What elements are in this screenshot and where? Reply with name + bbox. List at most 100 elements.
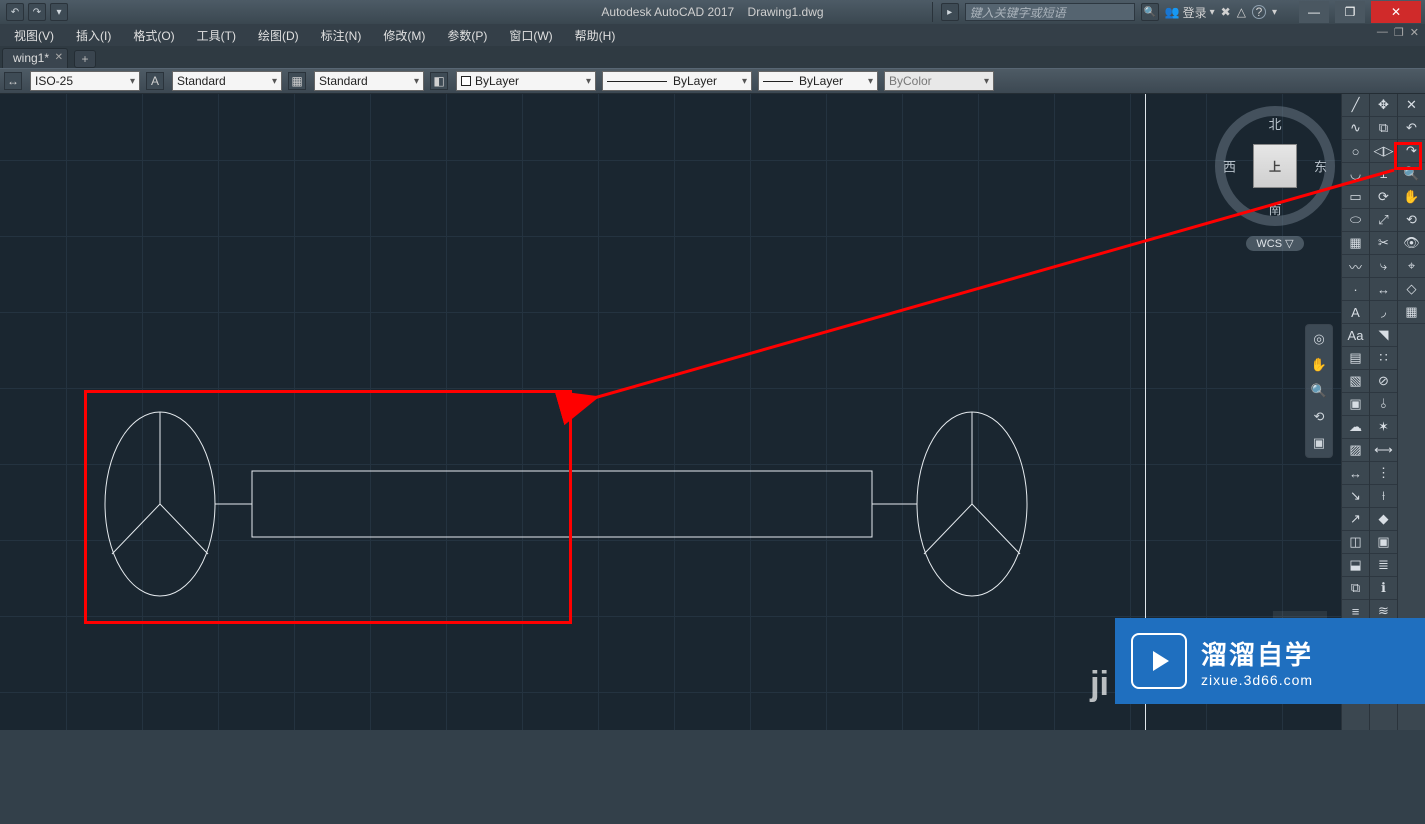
tool-xref-icon[interactable]: ⧉ (1342, 577, 1369, 600)
tool-text-icon[interactable]: A (1342, 301, 1369, 324)
linetype-combo[interactable]: ByLayer▾ (602, 71, 752, 91)
tool-pline-icon[interactable]: ∿ (1342, 117, 1369, 140)
tool-dim-icon[interactable]: ↔ (1342, 462, 1369, 485)
help-dropdown-icon[interactable]: ▾ (1272, 7, 1277, 18)
qat-dropdown-button[interactable]: ▾ (50, 3, 68, 21)
tool-ellipse-icon[interactable]: ⬭ (1342, 209, 1369, 232)
menu-tools[interactable]: 工具(T) (187, 25, 246, 46)
viewcube-east[interactable]: 东 (1314, 157, 1327, 176)
tool-region-icon[interactable]: ▧ (1342, 370, 1369, 393)
textstyle-icon[interactable]: A (146, 72, 164, 90)
menu-help[interactable]: 帮助(H) (565, 25, 626, 46)
tool-undo-icon[interactable]: ↶ (1398, 117, 1425, 140)
viewcube[interactable]: 北 南 西 东 上 WCS ▽ (1210, 94, 1340, 294)
dimstyle-combo[interactable]: ISO-25▾ (30, 71, 140, 91)
tablestyle-icon[interactable]: ▦ (288, 72, 306, 90)
tool-layer-icon[interactable]: ≣ (1370, 554, 1397, 577)
help-icon[interactable]: ? (1252, 5, 1266, 19)
tool-ucs-icon[interactable]: ⌖ (1398, 255, 1425, 278)
tablestyle-combo[interactable]: Standard▾ (314, 71, 424, 91)
nav-wheel-icon[interactable]: ◎ (1309, 329, 1329, 349)
tool-lengthen-icon[interactable]: ⟷ (1370, 439, 1397, 462)
layer-color-combo[interactable]: ByLayer▾ (456, 71, 596, 91)
tool-stretch-icon[interactable]: ↔ (1370, 278, 1397, 301)
tool-spline-icon[interactable]: 〰 (1342, 255, 1369, 278)
tool-mirror-icon[interactable]: ◁▷ (1370, 140, 1397, 163)
tool-grid-icon[interactable]: ▦ (1398, 301, 1425, 324)
tool-offset-icon[interactable]: ⫠ (1370, 163, 1397, 186)
tool-line-icon[interactable]: ╱ (1342, 94, 1369, 117)
tool-rotate-icon[interactable]: ⟳ (1370, 186, 1397, 209)
qat-redo-button[interactable]: ↷ (28, 3, 46, 21)
tool-props-icon[interactable]: ℹ (1370, 577, 1397, 600)
tool-copy-icon[interactable]: ⧉ (1370, 117, 1397, 140)
doc-restore-button[interactable]: ❐ (1394, 26, 1404, 39)
window-minimize-button[interactable]: — (1299, 1, 1329, 23)
tool-erase-icon[interactable]: ✕ (1398, 94, 1425, 117)
viewcube-west[interactable]: 西 (1223, 157, 1236, 176)
tool-view-icon[interactable]: 👁 (1398, 232, 1425, 255)
tool-cloud-icon[interactable]: ☁ (1342, 416, 1369, 439)
exchange-icon[interactable]: ✖ (1221, 5, 1231, 19)
tool-rect-icon[interactable]: ▭ (1342, 186, 1369, 209)
menu-insert[interactable]: 插入(I) (66, 25, 121, 46)
nav-zoom-icon[interactable]: 🔍 (1309, 381, 1329, 401)
new-tab-button[interactable]: + (74, 50, 96, 68)
menu-dimension[interactable]: 标注(N) (311, 25, 372, 46)
viewcube-compass[interactable]: 北 南 西 东 上 (1215, 106, 1335, 226)
wcs-indicator[interactable]: WCS ▽ (1246, 236, 1303, 251)
plotstyle-combo[interactable]: ByColor▾ (884, 71, 994, 91)
tool-measure-icon[interactable]: ⟊ (1370, 485, 1397, 508)
tool-mtext-icon[interactable]: Aa (1342, 324, 1369, 347)
tool-grip-icon[interactable]: ◆ (1370, 508, 1397, 531)
tool-pan-icon[interactable]: ✋ (1398, 186, 1425, 209)
tool-snap-icon[interactable]: ◇ (1398, 278, 1425, 301)
tool-join-icon[interactable]: ⫰ (1370, 393, 1397, 416)
tool-trim-icon[interactable]: ✂ (1370, 232, 1397, 255)
menu-modify[interactable]: 修改(M) (373, 25, 435, 46)
tool-redo-icon[interactable]: ↷ (1398, 140, 1425, 163)
tool-bound-icon[interactable]: ▣ (1342, 393, 1369, 416)
menu-format[interactable]: 格式(O) (123, 25, 184, 46)
tool-mlead-icon[interactable]: ↗ (1342, 508, 1369, 531)
tool-move-icon[interactable]: ✥ (1370, 94, 1397, 117)
viewcube-face-top[interactable]: 上 (1253, 144, 1297, 188)
tool-zoom-icon[interactable]: 🔍 (1398, 163, 1425, 186)
tool-wipe-icon[interactable]: ▨ (1342, 439, 1369, 462)
textstyle-combo[interactable]: Standard▾ (172, 71, 282, 91)
menu-draw[interactable]: 绘图(D) (248, 25, 309, 46)
infocenter-search-input[interactable]: 键入关键字或短语 (965, 3, 1135, 21)
doc-minimize-button[interactable]: — (1377, 26, 1388, 39)
nav-showmotion-icon[interactable]: ▣ (1309, 433, 1329, 453)
document-tab-active[interactable]: wing1* ✕ (2, 48, 68, 68)
tool-hatch-icon[interactable]: ▦ (1342, 232, 1369, 255)
tool-chamfer-icon[interactable]: ◥ (1370, 324, 1397, 347)
tab-close-icon[interactable]: ✕ (55, 52, 63, 63)
search-icon[interactable]: 🔍 (1141, 3, 1159, 21)
tool-lead-icon[interactable]: ↘ (1342, 485, 1369, 508)
dimstyle-icon[interactable]: ↔ (4, 72, 22, 90)
chevron-down-icon[interactable]: ▾ (1210, 7, 1215, 18)
menu-view[interactable]: 视图(V) (4, 25, 64, 46)
tool-divide-icon[interactable]: ⋮ (1370, 462, 1397, 485)
viewcube-north[interactable]: 北 (1268, 114, 1281, 133)
nav-orbit-icon[interactable]: ⟲ (1309, 407, 1329, 427)
tool-explode-icon[interactable]: ✶ (1370, 416, 1397, 439)
menu-parametric[interactable]: 参数(P) (437, 25, 497, 46)
tool-table-icon[interactable]: ▤ (1342, 347, 1369, 370)
tool-extend-icon[interactable]: ⤷ (1370, 255, 1397, 278)
color-icon[interactable]: ◧ (430, 72, 448, 90)
tool-group-icon[interactable]: ▣ (1370, 531, 1397, 554)
tool-point-icon[interactable]: · (1342, 278, 1369, 301)
lineweight-combo[interactable]: ByLayer▾ (758, 71, 878, 91)
tool-scale-icon[interactable]: ⤢ (1370, 209, 1397, 232)
menu-window[interactable]: 窗口(W) (499, 25, 562, 46)
viewcube-south[interactable]: 南 (1268, 199, 1281, 218)
autodesk-icon[interactable]: △ (1237, 5, 1246, 19)
tool-block-icon[interactable]: ◫ (1342, 531, 1369, 554)
drawing-area[interactable]: 北 南 西 东 上 WCS ▽ ◎ ✋ 🔍 ⟲ ▣ ╱∿○◡▭⬭▦〰·AAa▤▧… (0, 94, 1425, 730)
doc-close-button[interactable]: ✕ (1410, 26, 1419, 39)
tool-arc-icon[interactable]: ◡ (1342, 163, 1369, 186)
tool-fillet-icon[interactable]: ◞ (1370, 301, 1397, 324)
infocenter-arrow-icon[interactable]: ▸ (941, 3, 959, 21)
